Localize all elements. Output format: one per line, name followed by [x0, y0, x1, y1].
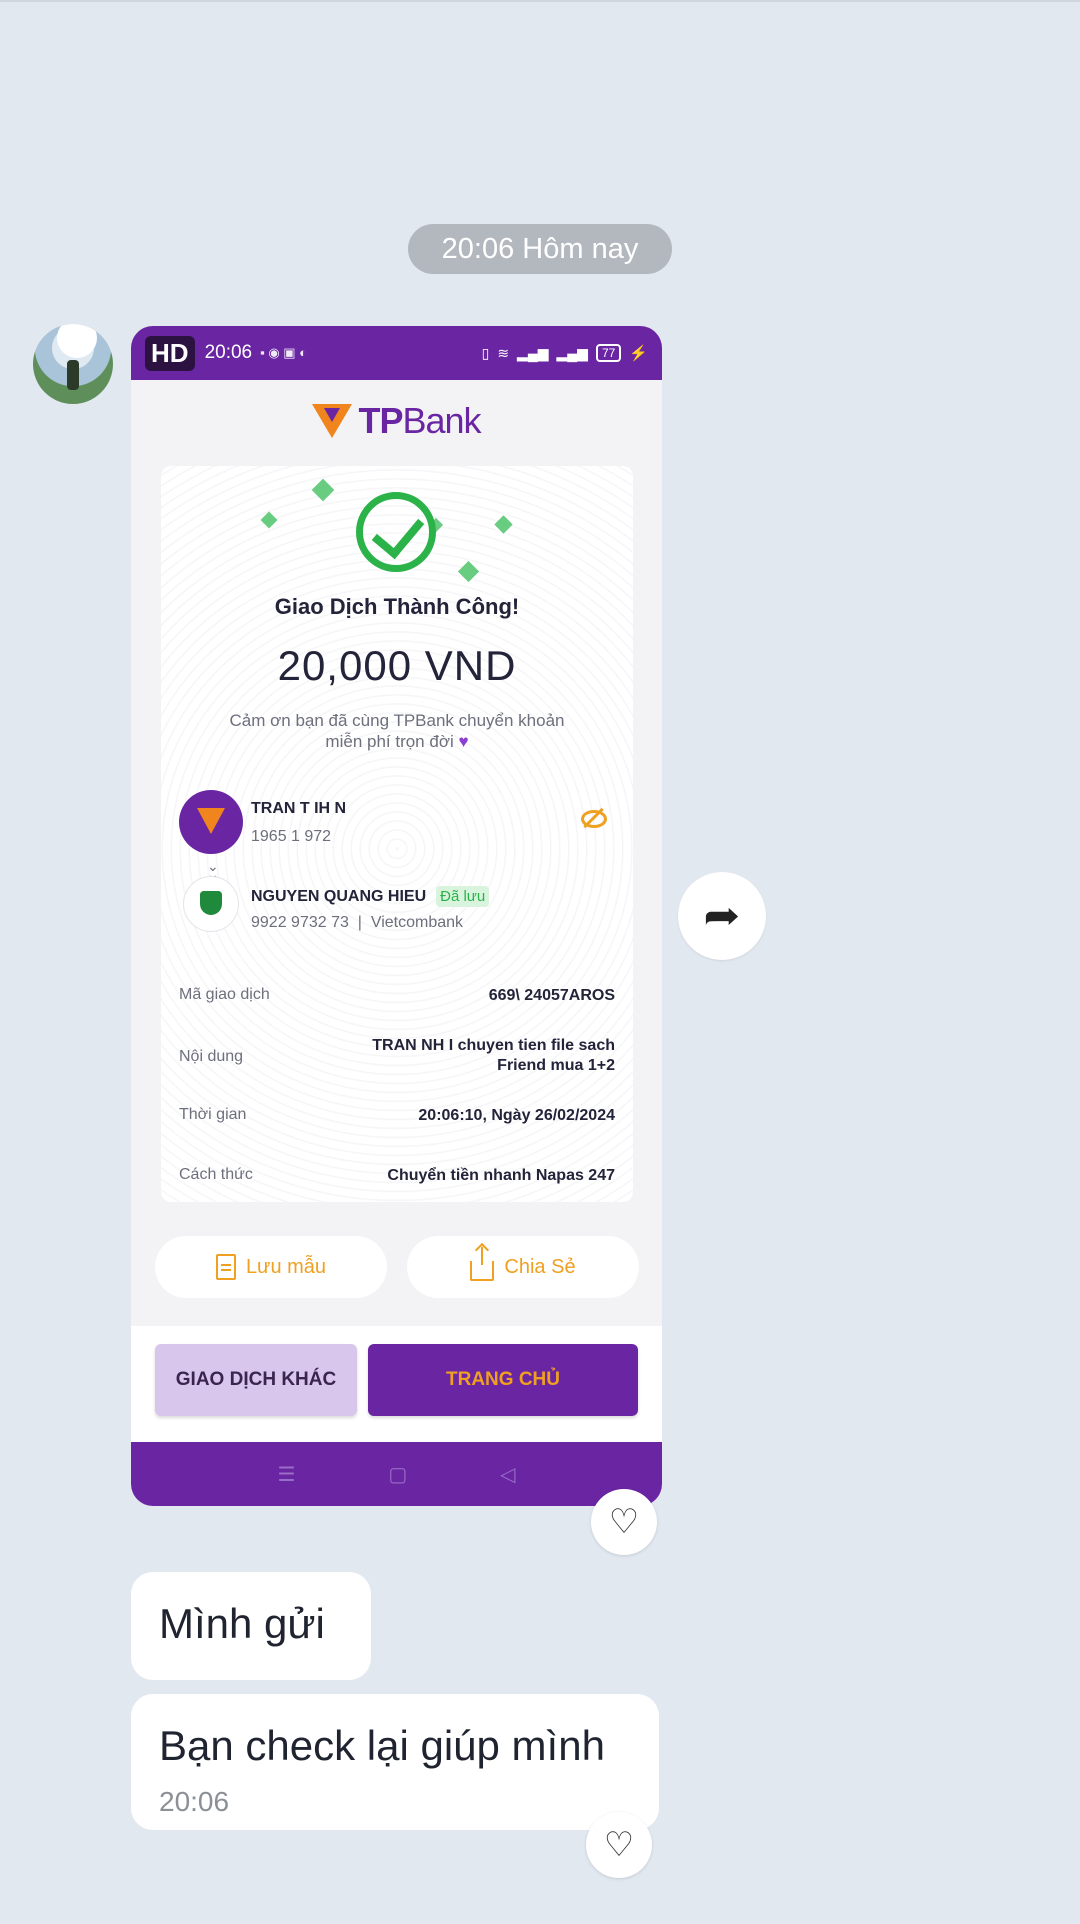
forward-button[interactable]: ➦	[678, 872, 766, 960]
signal-icon-2: ▂▄▆	[556, 344, 588, 361]
sender-name: TRAN T IH N	[251, 800, 347, 817]
notification-icons: ▪ ◉ ▣ ◐	[260, 345, 308, 360]
message-time: 20:06	[159, 1786, 230, 1817]
back-icon: ◁	[500, 1463, 516, 1486]
thanks-text: Cảm ơn bạn đã cùng TPBank chuyển khoản m…	[229, 711, 565, 751]
sender-logo-icon	[179, 790, 243, 854]
heart-icon[interactable]: ♡	[591, 1489, 657, 1555]
tpbank-logo: TPBank	[131, 380, 662, 462]
status-time: 20:06	[204, 342, 253, 363]
heart-icon[interactable]: ♡	[586, 1812, 652, 1878]
charging-icon: ⚡	[629, 345, 648, 362]
share-arrow-icon: ➦	[703, 894, 741, 938]
share-button[interactable]: Chia Sẻ	[407, 1236, 639, 1298]
message-text: Bạn check lại giúp mình	[159, 1722, 605, 1769]
receiver-name: NGUYEN QUANG HIEU Đã lưu	[251, 886, 490, 907]
saved-badge: Đã lưu	[436, 886, 490, 907]
sender-account: 1965 1 972	[251, 828, 332, 845]
android-nav-bar: ☰ ▢ ◁	[131, 1442, 662, 1506]
signal-icon: ▂▄▆	[517, 344, 549, 361]
battery-icon: 77	[595, 344, 622, 362]
sparkle-icon	[494, 515, 513, 534]
vibrate-icon: ▯	[481, 344, 490, 361]
top-divider	[0, 0, 1080, 2]
message-bubble[interactable]: Mình gửi	[131, 1572, 371, 1680]
square-icon: ▢	[388, 1463, 408, 1486]
success-title: Giao Dịch Thành Công!	[274, 594, 520, 619]
check-circle-icon	[356, 492, 436, 572]
save-template-button[interactable]: Lưu mẫu	[155, 1236, 387, 1298]
menu-icon: ☰	[277, 1463, 296, 1486]
other-transaction-button[interactable]: GIAO DỊCH KHÁC	[155, 1344, 357, 1416]
hd-badge: HD	[145, 335, 195, 371]
status-icons: ▯ ≋ ▂▄▆ ▂▄▆ 77 ⚡	[482, 344, 648, 362]
upload-icon	[470, 1247, 495, 1281]
document-icon	[215, 1254, 236, 1280]
amount: 20,000 VND	[277, 642, 517, 689]
sparkle-icon	[260, 511, 278, 529]
status-bar: HD 20:06 ▪ ◉ ▣ ◐ ▯ ≋ ▂▄▆ ▂▄▆ 77 ⚡	[131, 326, 662, 380]
vietcombank-logo-icon	[183, 876, 239, 932]
wifi-icon: ≋	[497, 344, 510, 361]
eye-off-icon[interactable]	[581, 810, 607, 828]
sparkle-icon	[457, 560, 480, 583]
purple-heart-icon: ♥	[458, 732, 469, 751]
tpbank-logo-icon	[312, 404, 353, 438]
receipt-card: Giao Dịch Thành Công! 20,000 VND Cảm ơn …	[161, 466, 633, 1202]
home-button[interactable]: TRANG CHỦ	[368, 1344, 638, 1416]
date-chip: 20:06 Hôm nay	[408, 224, 672, 274]
message-text: Mình gửi	[159, 1600, 325, 1647]
receiver-account: 9922 9732 73 | Vietcombank	[251, 914, 464, 931]
avatar[interactable]	[33, 324, 113, 404]
message-bubble[interactable]: Bạn check lại giúp mình 20:06	[131, 1694, 659, 1830]
screenshot-image[interactable]: HD 20:06 ▪ ◉ ▣ ◐ ▯ ≋ ▂▄▆ ▂▄▆ 77 ⚡ TPBank…	[131, 326, 662, 1506]
sparkle-icon	[311, 478, 335, 502]
